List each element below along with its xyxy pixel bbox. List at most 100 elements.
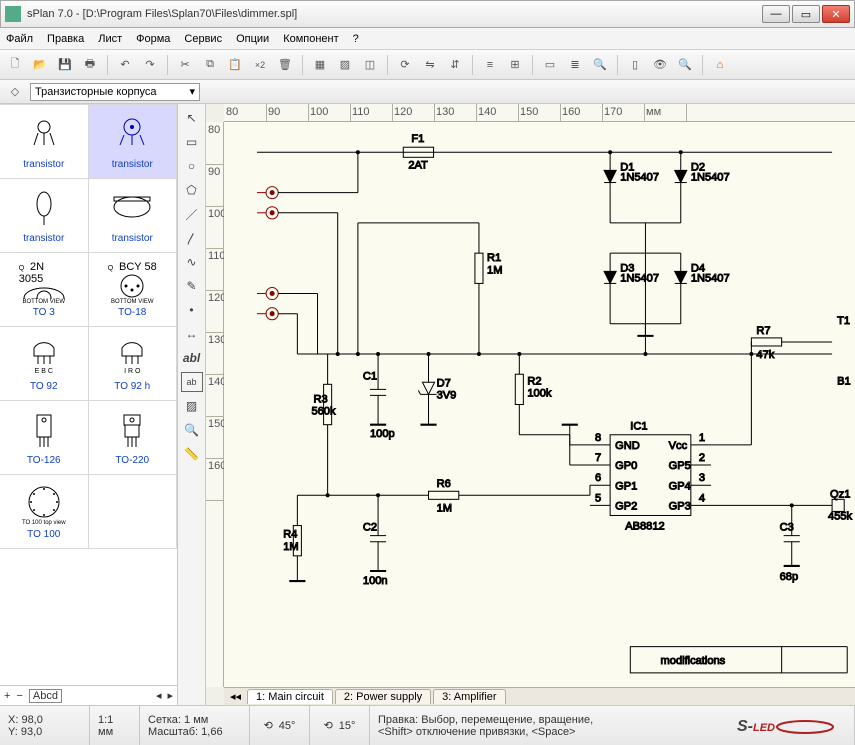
library-selector[interactable]: Транзисторные корпуса ▾ [30, 83, 200, 101]
polyline-tool-icon[interactable]: 〳 [181, 228, 203, 248]
comp-transistor-3[interactable]: transistor [0, 179, 89, 253]
maximize-button[interactable]: ▭ [792, 5, 820, 23]
menu-service[interactable]: Сервис [184, 33, 222, 45]
zoom-icon[interactable]: 🔍 [674, 54, 696, 76]
svg-text:100n: 100n [363, 575, 388, 587]
svg-text:4: 4 [699, 492, 705, 504]
angle2-icon[interactable]: ⟲ [324, 719, 333, 732]
ruler-vertical: 80 90 100 110 120 130 140 150 160 [206, 122, 224, 687]
close-button[interactable]: ✕ [822, 5, 850, 23]
rotate-icon[interactable]: ⟳ [394, 54, 416, 76]
mirror-h-icon[interactable]: ⇋ [419, 54, 441, 76]
snap-icon[interactable]: ⊞ [504, 54, 526, 76]
zoom-plus[interactable]: + [4, 690, 10, 702]
save-icon[interactable]: 💾 [54, 54, 76, 76]
status-grid: Сетка: 1 мм [148, 714, 241, 726]
tab-amp[interactable]: 3: Amplifier [433, 689, 505, 704]
svg-text:GP4: GP4 [669, 480, 691, 492]
group-icon[interactable]: ◫ [359, 54, 381, 76]
menu-form[interactable]: Форма [136, 33, 170, 45]
menu-help[interactable]: ? [353, 33, 359, 45]
zoom-minus[interactable]: − [16, 690, 22, 702]
text-tool-icon[interactable]: abl [181, 348, 203, 368]
node-tool-icon[interactable]: • [181, 300, 203, 320]
new-icon[interactable]: 🗋 [4, 54, 26, 76]
svg-text:GP0: GP0 [615, 460, 637, 472]
minimize-button[interactable]: — [762, 5, 790, 23]
textbox-tool-icon[interactable]: ab [181, 372, 203, 392]
menu-options[interactable]: Опции [236, 33, 269, 45]
menu-component[interactable]: Компонент [283, 33, 338, 45]
comp-to220[interactable]: TO-220 [89, 401, 178, 475]
svg-text:GP3: GP3 [669, 500, 691, 512]
redo-icon[interactable]: ↷ [139, 54, 161, 76]
comp-to18[interactable]: Q BCY 58BOTTOM VIEW TO-18 [89, 253, 178, 327]
freehand-tool-icon[interactable]: ✎ [181, 276, 203, 296]
back-icon[interactable]: ▨ [334, 54, 356, 76]
page-icon[interactable]: ▯ [624, 54, 646, 76]
poly-tool-icon[interactable]: ⬠ [181, 180, 203, 200]
angle-icon[interactable]: ⟲ [264, 719, 273, 732]
sidebar-controls: + − Abcd ◂ ▸ [0, 685, 177, 705]
status-scale: Масштаб: 1,66 [148, 726, 241, 738]
main-toolbar: 🗋 📂 💾 🖶 ↶ ↷ ✂ ⧉ 📋 ×2 🗑 ▦ ▨ ◫ ⟳ ⇋ ⇵ ≡ ⊞ ▭… [0, 50, 855, 80]
label-toggle[interactable]: Abcd [29, 689, 62, 703]
measure-tool-icon[interactable]: 📏 [181, 444, 203, 464]
dup-icon[interactable]: ×2 [249, 54, 271, 76]
window-title: sPlan 7.0 - [D:\Program Files\Splan70\Fi… [27, 8, 762, 20]
list-icon[interactable]: ≣ [564, 54, 586, 76]
menu-edit[interactable]: Правка [47, 33, 84, 45]
comp-to100[interactable]: TO 100 top view TO 100 [0, 475, 89, 549]
select-icon[interactable]: ▭ [539, 54, 561, 76]
comp-to92[interactable]: E B C TO 92 [0, 327, 89, 401]
open-icon[interactable]: 📂 [29, 54, 51, 76]
print-icon[interactable]: 🖶 [79, 54, 101, 76]
comp-to3[interactable]: Q 2N 3055BOTTOM VIEW TO 3 [0, 253, 89, 327]
paste-icon[interactable]: 📋 [224, 54, 246, 76]
undo-icon[interactable]: ↶ [114, 54, 136, 76]
magnify-tool-icon[interactable]: 🔍 [181, 420, 203, 440]
tab-main[interactable]: 1: Main circuit [247, 689, 333, 704]
front-icon[interactable]: ▦ [309, 54, 331, 76]
align-icon[interactable]: ≡ [479, 54, 501, 76]
delete-icon[interactable]: 🗑 [274, 54, 296, 76]
svg-text:1M: 1M [283, 541, 298, 553]
svg-text:modifications: modifications [661, 655, 726, 667]
svg-text:2: 2 [699, 452, 705, 464]
status-x: X: 98,0 [8, 714, 81, 726]
watermark-logo: S-LED [737, 717, 835, 737]
copy-icon[interactable]: ⧉ [199, 54, 221, 76]
pointer-tool-icon[interactable]: ↖ [181, 108, 203, 128]
page-tabs: ◂◂ 1: Main circuit 2: Power supply 3: Am… [224, 687, 855, 705]
line-tool-icon[interactable]: ／ [181, 204, 203, 224]
comp-to92h[interactable]: I R O TO 92 h [89, 327, 178, 401]
dimension-tool-icon[interactable]: ↔ [181, 324, 203, 344]
circle-tool-icon[interactable]: ○ [181, 156, 203, 176]
tab-power[interactable]: 2: Power supply [335, 689, 431, 704]
comp-transistor-2[interactable]: transistor [89, 105, 178, 179]
svg-text:R4: R4 [283, 529, 297, 541]
comp-transistor-4[interactable]: transistor [89, 179, 178, 253]
comp-transistor-1[interactable]: transistor [0, 105, 89, 179]
svg-text:R7: R7 [756, 325, 770, 337]
show-icon[interactable]: 👁 [649, 54, 671, 76]
menu-file[interactable]: Файл [6, 33, 33, 45]
mirror-v-icon[interactable]: ⇵ [444, 54, 466, 76]
nav-right[interactable]: ▸ [167, 689, 173, 702]
comp-to126[interactable]: TO-126 [0, 401, 89, 475]
schematic-canvas[interactable]: F1 2AT D11N5407 [224, 122, 855, 687]
bezier-tool-icon[interactable]: ∿ [181, 252, 203, 272]
image-tool-icon[interactable]: ▨ [181, 396, 203, 416]
svg-text:T1: T1 [837, 315, 850, 327]
rect-tool-icon[interactable]: ▭ [181, 132, 203, 152]
svg-text:F1: F1 [411, 133, 424, 145]
menu-sheet[interactable]: Лист [98, 33, 122, 45]
library-selected: Транзисторные корпуса [35, 86, 157, 98]
home-icon[interactable]: ⌂ [709, 54, 731, 76]
search-icon[interactable]: 🔍 [589, 54, 611, 76]
cut-icon[interactable]: ✂ [174, 54, 196, 76]
lib-icon[interactable]: ◇ [4, 81, 26, 103]
nav-left[interactable]: ◂ [156, 689, 162, 702]
tab-nav-left[interactable]: ◂◂ [224, 690, 247, 703]
svg-text:560k: 560k [311, 406, 335, 418]
